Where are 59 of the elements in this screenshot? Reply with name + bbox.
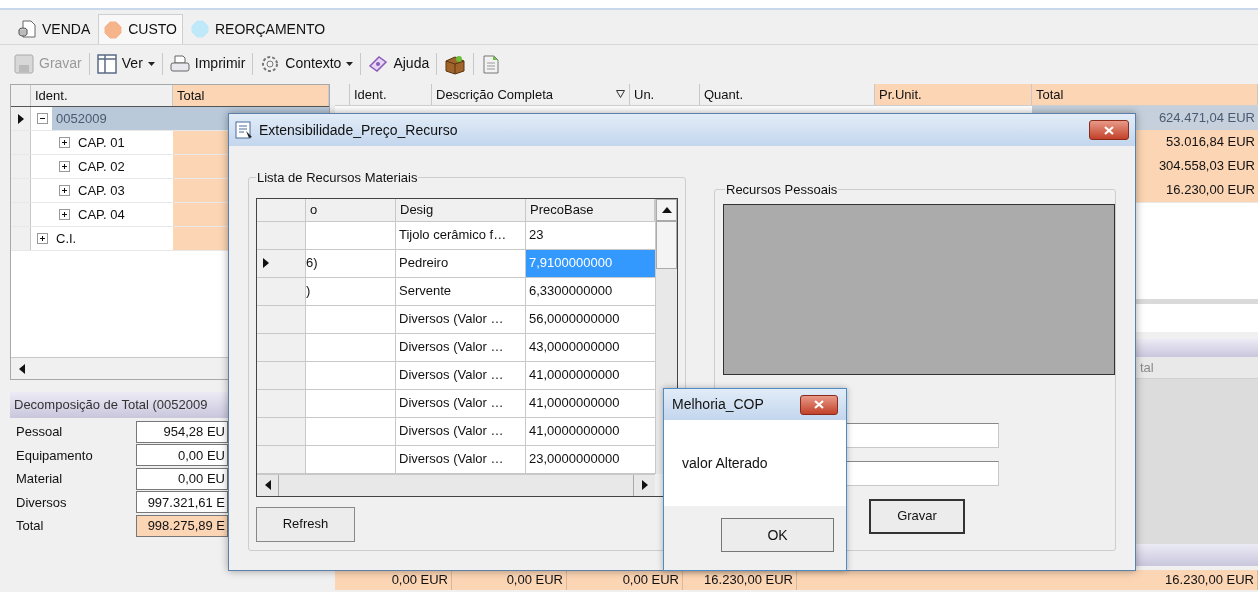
tree-item[interactable]: CAP. 03 — [74, 179, 173, 202]
tree-item[interactable]: CAP. 02 — [74, 155, 173, 178]
group-title: Recursos Pessoais — [725, 181, 839, 199]
row-label: Material — [15, 470, 64, 488]
tree-item[interactable]: 0052009 — [52, 107, 173, 130]
table-cell: Diversos (Valor … — [396, 417, 526, 445]
tree-item[interactable]: CAP. 04 — [74, 203, 173, 226]
refresh-button[interactable]: Refresh — [256, 506, 355, 542]
column-header[interactable]: o — [306, 198, 396, 221]
table-cell: 41,0000000000 — [526, 417, 655, 445]
column-header[interactable]: Total — [1032, 84, 1258, 105]
table-cell: Diversos (Valor … — [396, 333, 526, 361]
tab[interactable]: CUSTO — [98, 14, 183, 44]
window-title: Extensibilidade_Preço_Recurso — [259, 120, 458, 140]
column-header[interactable]: Pr.Unit. — [875, 84, 1032, 105]
table-cell: 7,9100000000 — [526, 249, 655, 277]
value-field: 997.321,61 E — [136, 491, 228, 514]
value-field: 0,00 EU — [136, 467, 228, 490]
row-label: Equipamento — [15, 446, 94, 465]
message-text: valor Alterado — [682, 453, 768, 473]
table-cell: Diversos (Valor … — [396, 361, 526, 389]
table-cell: 41,0000000000 — [526, 389, 655, 417]
table-cell: Diversos (Valor … — [396, 305, 526, 333]
group-title: Lista de Recursos Materiais — [256, 169, 419, 187]
window-title: Melhoria_COP — [672, 395, 764, 414]
table-cell: 23 — [526, 221, 655, 249]
ok-button[interactable]: OK — [721, 518, 834, 552]
tree-item[interactable]: C.I. — [52, 227, 173, 250]
column-header[interactable]: Desig — [396, 198, 526, 221]
table-cell: Servente — [396, 277, 526, 305]
tab[interactable]: VENDA — [12, 14, 97, 44]
save-button[interactable]: Gravar — [869, 498, 965, 534]
tab[interactable]: REORÇAMENTO — [185, 14, 332, 44]
table-cell: 6,3300000000 — [526, 277, 655, 305]
column-header[interactable]: Total — [173, 85, 329, 106]
row-label: Diversos — [15, 493, 68, 512]
table-cell: 43,0000000000 — [526, 333, 655, 361]
toolbar-button[interactable]: Ver — [94, 49, 157, 78]
table-cell: Diversos (Valor … — [396, 445, 526, 473]
column-header[interactable]: Un. — [630, 84, 700, 105]
value-field: 0,00 EU — [136, 444, 228, 467]
value-field: 954,28 EU — [136, 420, 228, 443]
tree-item[interactable]: CAP. 01 — [74, 131, 173, 154]
row-label: Total — [15, 517, 45, 535]
table-cell: 6) — [306, 249, 396, 277]
toolbar-button[interactable]: Imprimir — [167, 49, 248, 78]
column-header[interactable]: Descrição Completa — [432, 84, 630, 105]
table-cell: Tijolo cerâmico f… — [396, 221, 526, 249]
row-label: Pessoal — [15, 423, 64, 441]
value-field: 998.275,89 E — [136, 514, 228, 537]
toolbar-button[interactable]: Ajuda — [366, 49, 432, 78]
column-header[interactable]: Ident. — [350, 84, 432, 105]
table-cell: Pedreiro — [396, 249, 526, 277]
table-cell: ) — [306, 277, 396, 305]
toolbar-button[interactable]: Contexto — [258, 49, 356, 78]
table-cell: Diversos (Valor … — [396, 389, 526, 417]
table-cell: 56,0000000000 — [526, 305, 655, 333]
table-cell: 23,0000000000 — [526, 445, 655, 473]
table-cell: 41,0000000000 — [526, 361, 655, 389]
